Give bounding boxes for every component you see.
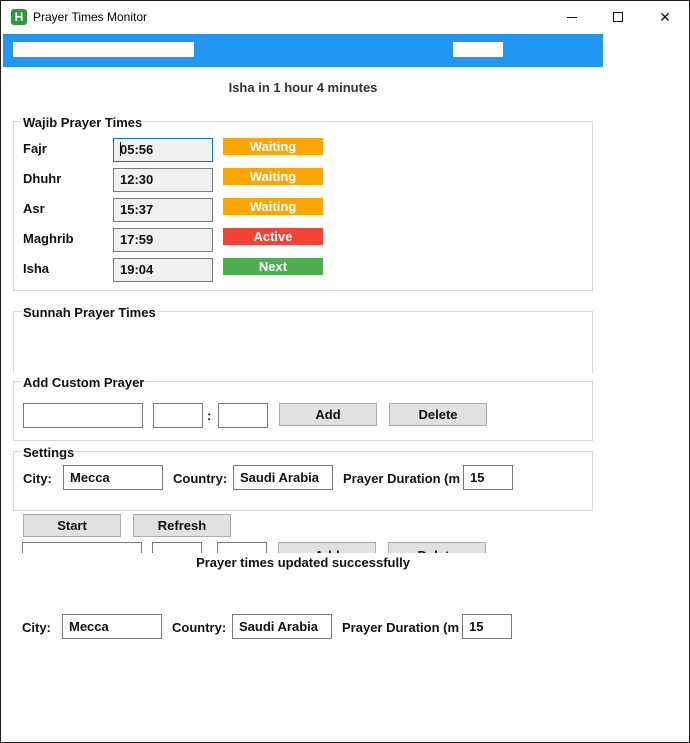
settings-group: Settings City: Mecca Country: Saudi Arab…: [13, 445, 593, 511]
prayer-time-maghrib[interactable]: 17:59: [113, 228, 213, 252]
clipped-minute-input: [217, 542, 267, 553]
prayer-time-isha[interactable]: 19:04: [113, 258, 213, 282]
app-window: H Prayer Times Monitor ✕ Isha in 1 hour …: [0, 0, 690, 743]
wajib-group-label: Wajib Prayer Times: [22, 115, 144, 130]
banner-field-right: [453, 42, 503, 57]
country-label: Country:: [173, 471, 228, 486]
close-icon: ✕: [659, 9, 671, 25]
custom-prayer-hour-input[interactable]: [153, 403, 203, 428]
prayer-time-dhuhr[interactable]: 12:30: [113, 168, 213, 192]
minimize-button[interactable]: [550, 1, 596, 33]
clipped-hour-input: [152, 542, 202, 553]
refresh-button[interactable]: Refresh: [133, 514, 231, 537]
country-input-duplicate[interactable]: Saudi Arabia: [232, 614, 332, 639]
sunnah-group-label: Sunnah Prayer Times: [22, 305, 157, 320]
city-input[interactable]: Mecca: [63, 465, 163, 490]
custom-prayer-minute-input[interactable]: [218, 403, 268, 428]
close-button[interactable]: ✕: [642, 1, 688, 33]
maximize-icon: [613, 12, 623, 22]
window-title: Prayer Times Monitor: [33, 10, 148, 24]
custom-group-label: Add Custom Prayer: [22, 375, 146, 390]
status-badge-maghrib: Active: [223, 228, 323, 245]
add-prayer-button[interactable]: Add: [279, 403, 377, 426]
next-prayer-countdown: Isha in 1 hour 4 minutes: [228, 80, 378, 95]
status-message: Prayer times updated successfully: [196, 555, 410, 570]
prayer-time-fajr[interactable]: 05:56: [113, 138, 213, 162]
status-badge-fajr: Waiting: [223, 138, 323, 155]
status-badge-dhuhr: Waiting: [223, 168, 323, 185]
custom-prayer-group: Add Custom Prayer : Add Delete: [13, 375, 593, 441]
time-separator: :: [207, 408, 212, 423]
prayer-name-fajr: Fajr: [23, 141, 47, 156]
wajib-prayer-group: Wajib Prayer Times Fajr 05:56 Waiting Dh…: [13, 115, 593, 291]
prayer-duration-label-duplicate: Prayer Duration (m: [342, 620, 460, 635]
prayer-time-asr[interactable]: 15:37: [113, 198, 213, 222]
prayer-name-maghrib: Maghrib: [23, 231, 74, 246]
prayer-name-isha: Isha: [23, 261, 50, 276]
city-label-duplicate: City:: [22, 620, 51, 635]
clipped-custom-controls: Add Delete: [1, 541, 601, 553]
prayer-duration-input-duplicate[interactable]: 15: [462, 614, 512, 639]
prayer-name-asr: Asr: [23, 201, 45, 216]
clipped-name-input: [22, 542, 142, 553]
sunnah-prayer-group: Sunnah Prayer Times: [13, 305, 593, 373]
status-badge-isha: Next: [223, 258, 323, 275]
title-bar[interactable]: H Prayer Times Monitor ✕: [1, 1, 689, 33]
minimize-icon: [567, 17, 577, 18]
country-label-duplicate: Country:: [172, 620, 227, 635]
app-icon: H: [11, 9, 27, 25]
prayer-duration-input[interactable]: 15: [463, 465, 513, 490]
start-button[interactable]: Start: [23, 514, 121, 537]
header-banner: [3, 34, 603, 67]
country-input[interactable]: Saudi Arabia: [233, 465, 333, 490]
custom-prayer-name-input[interactable]: [23, 403, 143, 428]
city-label: City:: [23, 471, 52, 486]
prayer-name-dhuhr: Dhuhr: [23, 171, 62, 186]
maximize-button[interactable]: [596, 1, 642, 33]
city-input-duplicate[interactable]: Mecca: [62, 614, 162, 639]
clipped-delete-button: Delete: [388, 542, 486, 553]
prayer-duration-label: Prayer Duration (m: [343, 471, 461, 486]
clipped-add-button: Add: [278, 542, 376, 553]
delete-prayer-button[interactable]: Delete: [389, 403, 487, 426]
settings-group-label: Settings: [22, 445, 76, 460]
status-badge-asr: Waiting: [223, 198, 323, 215]
banner-field-left: [13, 42, 194, 57]
